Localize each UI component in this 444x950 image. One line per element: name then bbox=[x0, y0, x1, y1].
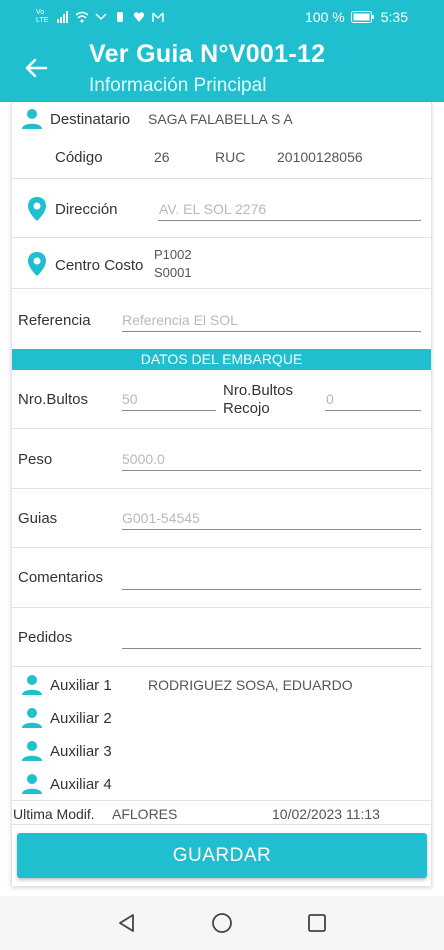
person-icon bbox=[22, 774, 42, 794]
nav-recents-icon[interactable] bbox=[306, 912, 328, 934]
comentarios-label: Comentarios bbox=[18, 569, 104, 586]
divider bbox=[12, 428, 431, 429]
divider bbox=[12, 488, 431, 489]
divider bbox=[12, 547, 431, 548]
centro-costo-line1: P1002 bbox=[154, 247, 192, 262]
wifi-icon bbox=[76, 11, 88, 23]
missed-call-icon bbox=[95, 13, 107, 21]
pedidos-underline bbox=[122, 648, 421, 649]
direccion-label: Dirección bbox=[55, 201, 118, 218]
location-pin-icon bbox=[28, 197, 46, 221]
page-title: Ver Guia N°V001-12 bbox=[89, 40, 326, 68]
auxiliar-1-value: RODRIGUEZ SOSA, EDUARDO bbox=[148, 677, 353, 693]
divider bbox=[12, 237, 431, 238]
nro-bultos-recojo-underline bbox=[325, 410, 421, 411]
person-icon bbox=[22, 109, 42, 129]
page-subtitle: Información Principal bbox=[89, 75, 267, 96]
auxiliar-3-label: Auxiliar 3 bbox=[50, 743, 112, 760]
codigo-label: Código bbox=[55, 149, 103, 166]
pedidos-label: Pedidos bbox=[18, 629, 73, 646]
comentarios-underline bbox=[122, 589, 421, 590]
referencia-label: Referencia bbox=[18, 312, 91, 329]
location-pin-icon bbox=[28, 252, 46, 276]
centro-costo-label: Centro Costo bbox=[55, 257, 144, 274]
signal-icon bbox=[57, 11, 68, 23]
app-header: Ver Guia N°V001-12 Información Principal bbox=[0, 34, 444, 102]
divider bbox=[12, 824, 431, 825]
save-button[interactable]: GUARDAR bbox=[17, 833, 427, 878]
status-bar: Vo LTE 100 % 5:35 bbox=[0, 0, 444, 34]
divider bbox=[12, 607, 431, 608]
nro-bultos-recojo-input[interactable]: 0 bbox=[326, 391, 334, 407]
guias-underline bbox=[122, 529, 421, 530]
heart-icon bbox=[133, 12, 145, 22]
ruc-value: 20100128056 bbox=[277, 149, 363, 165]
status-icons-left: Vo LTE bbox=[36, 9, 164, 25]
auxiliar-2-label: Auxiliar 2 bbox=[50, 710, 112, 727]
nro-bultos-input[interactable]: 50 bbox=[122, 391, 138, 407]
nro-bultos-label: Nro.Bultos bbox=[18, 391, 89, 408]
section-banner: DATOS DEL EMBARQUE bbox=[12, 349, 431, 370]
divider bbox=[12, 666, 431, 667]
destinatario-label: Destinatario bbox=[50, 111, 131, 128]
ultima-modif-date: 10/02/2023 11:13 bbox=[272, 806, 380, 822]
peso-underline bbox=[122, 470, 421, 471]
nro-bultos-recojo-label: Nro.Bultos Recojo bbox=[223, 382, 294, 417]
ultima-modif-user: AFLORES bbox=[112, 806, 178, 822]
direccion-input[interactable]: AV. EL SOL 2276 bbox=[159, 201, 266, 217]
auxiliar-4-label: Auxiliar 4 bbox=[50, 776, 112, 793]
divider bbox=[12, 288, 431, 289]
guias-label: Guias bbox=[18, 510, 58, 527]
nav-back-icon[interactable] bbox=[116, 912, 138, 934]
clock: 5:35 bbox=[380, 9, 408, 25]
nro-bultos-underline bbox=[122, 410, 216, 411]
guias-input[interactable]: G001-54545 bbox=[122, 510, 200, 526]
centro-costo-line2: S0001 bbox=[154, 265, 192, 280]
divider bbox=[12, 800, 431, 801]
person-icon bbox=[22, 675, 42, 695]
notification-icon bbox=[117, 12, 123, 22]
battery-icon bbox=[350, 11, 374, 23]
system-nav-bar bbox=[0, 896, 444, 950]
back-arrow-icon[interactable] bbox=[22, 54, 50, 82]
person-icon bbox=[22, 741, 42, 761]
destinatario-value: SAGA FALABELLA S A bbox=[148, 111, 293, 127]
referencia-input[interactable]: Referencia El SOL bbox=[122, 312, 238, 328]
battery-percent: 100 % bbox=[305, 9, 345, 25]
peso-input[interactable]: 5000.0 bbox=[122, 451, 165, 467]
direccion-underline bbox=[158, 220, 421, 221]
status-icons-right: 100 % 5:35 bbox=[305, 9, 408, 25]
volte-indicator: Vo LTE bbox=[36, 9, 49, 24]
codigo-value: 26 bbox=[154, 149, 170, 165]
ruc-label: RUC bbox=[215, 149, 246, 165]
mail-icon bbox=[152, 12, 164, 22]
nav-home-icon[interactable] bbox=[211, 912, 233, 934]
divider bbox=[12, 178, 431, 179]
form-card: Destinatario SAGA FALABELLA S A Código 2… bbox=[11, 102, 432, 886]
peso-label: Peso bbox=[18, 451, 53, 468]
ultima-modif-label: Ultima Modif. bbox=[13, 806, 95, 822]
referencia-underline bbox=[122, 331, 421, 332]
auxiliar-1-label: Auxiliar 1 bbox=[50, 677, 112, 694]
person-icon bbox=[22, 708, 42, 728]
